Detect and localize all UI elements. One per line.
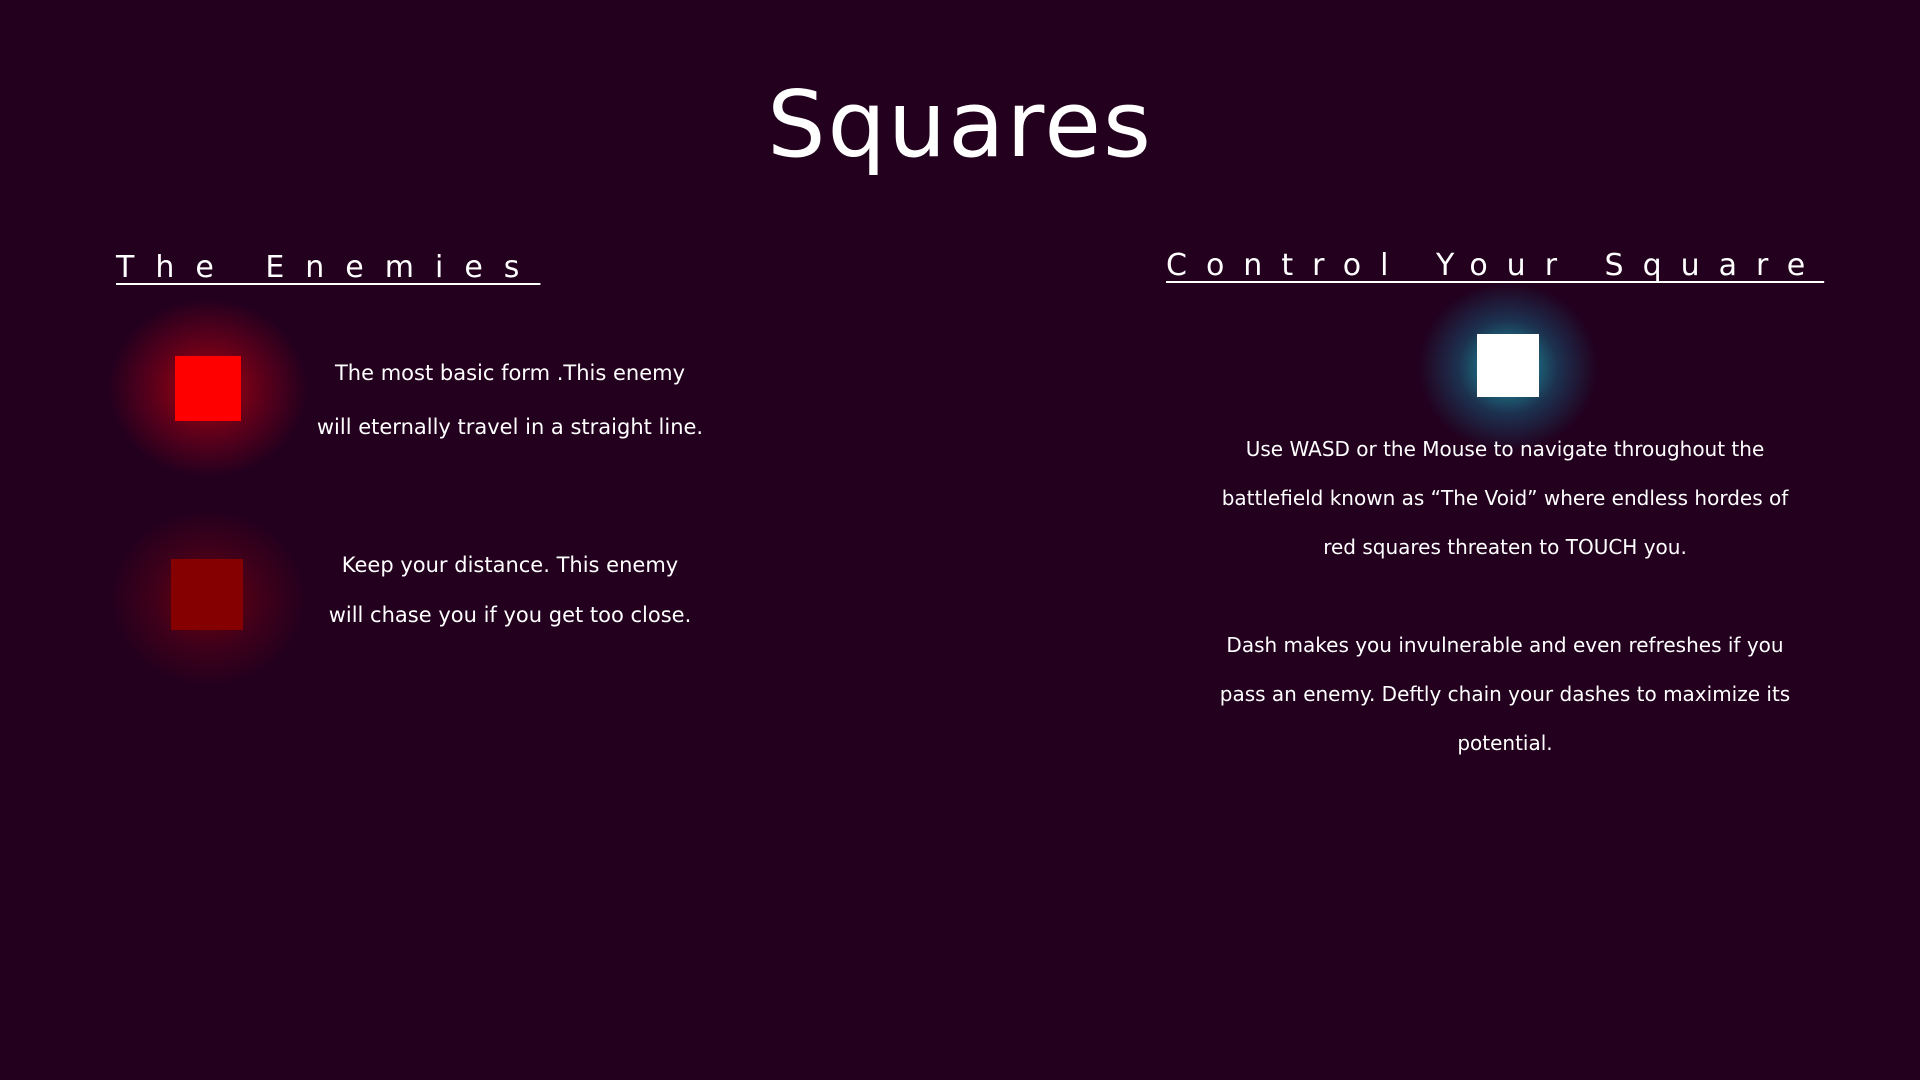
- enemies-heading: The Enemies: [116, 250, 541, 285]
- control-heading: Control Your Square: [1166, 248, 1825, 283]
- player-square: [1477, 334, 1539, 397]
- dash-description-line: pass an enemy. Deftly chain your dashes …: [1219, 682, 1791, 706]
- basic-enemy-description-line: The most basic form .This enemy: [334, 361, 686, 385]
- movement-description: Use WASD or the Mouse to navigate throug…: [1150, 425, 1860, 572]
- chaser-enemy-description-line: will chase you if you get too close.: [328, 603, 692, 627]
- dash-description: Dash makes you invulnerable and even ref…: [1150, 621, 1860, 768]
- chaser-enemy-description: Keep your distance. This enemy will chas…: [280, 540, 740, 640]
- movement-description-line: red squares threaten to TOUCH you.: [1323, 535, 1687, 559]
- basic-enemy-square: [175, 356, 241, 421]
- chaser-enemy-square: [171, 559, 243, 630]
- movement-description-line: battlefield known as “The Void” where en…: [1221, 486, 1789, 510]
- dash-description-line: Dash makes you invulnerable and even ref…: [1226, 633, 1784, 657]
- chaser-enemy-description-line: Keep your distance. This enemy: [341, 553, 679, 577]
- dash-description-line: potential.: [1457, 731, 1553, 755]
- basic-enemy-description: The most basic form .This enemy will ete…: [280, 346, 740, 454]
- movement-description-line: Use WASD or the Mouse to navigate throug…: [1245, 437, 1765, 461]
- basic-enemy-description-line: will eternally travel in a straight line…: [316, 415, 704, 439]
- game-title: Squares: [767, 71, 1153, 178]
